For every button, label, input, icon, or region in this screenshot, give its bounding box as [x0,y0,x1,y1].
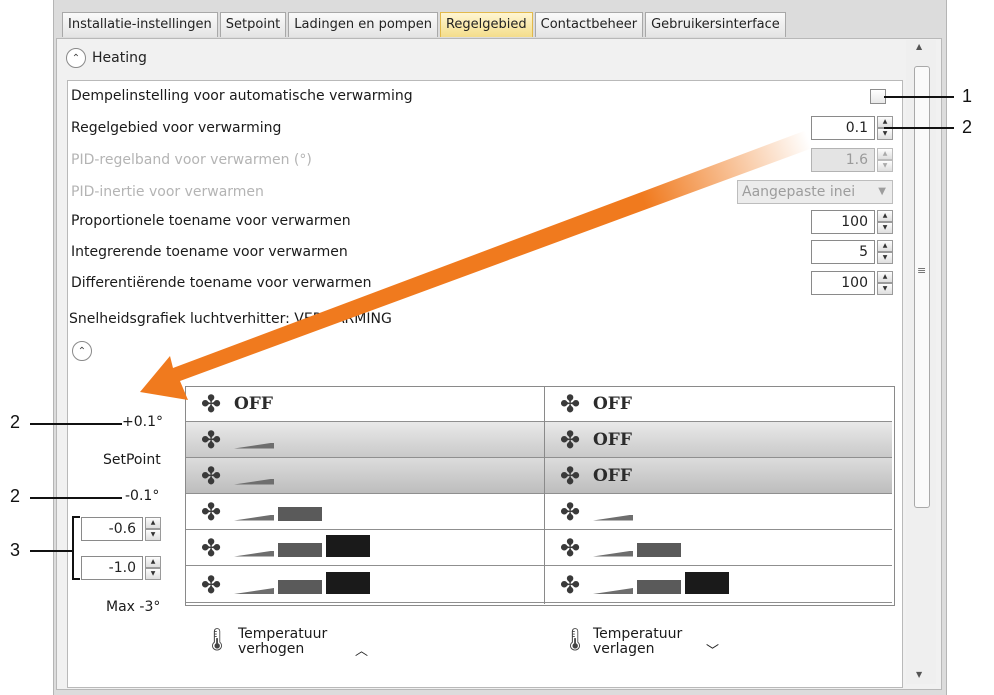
callout-bracket-3 [72,516,74,580]
callout-line-2b [30,423,122,425]
annotation-arrow [140,128,818,400]
callout-bracket-top [72,516,80,518]
callout-line-1 [884,96,954,98]
callout-2a: 2 [962,117,973,137]
callout-1: 1 [962,86,973,106]
callout-bracket-bottom [72,578,80,580]
callout-line-2c [30,497,122,499]
callout-2c: 2 [10,486,21,506]
callout-line-3 [30,550,74,552]
callout-2b: 2 [10,412,21,432]
callout-3: 3 [10,540,21,560]
callout-line-2a [884,127,954,129]
